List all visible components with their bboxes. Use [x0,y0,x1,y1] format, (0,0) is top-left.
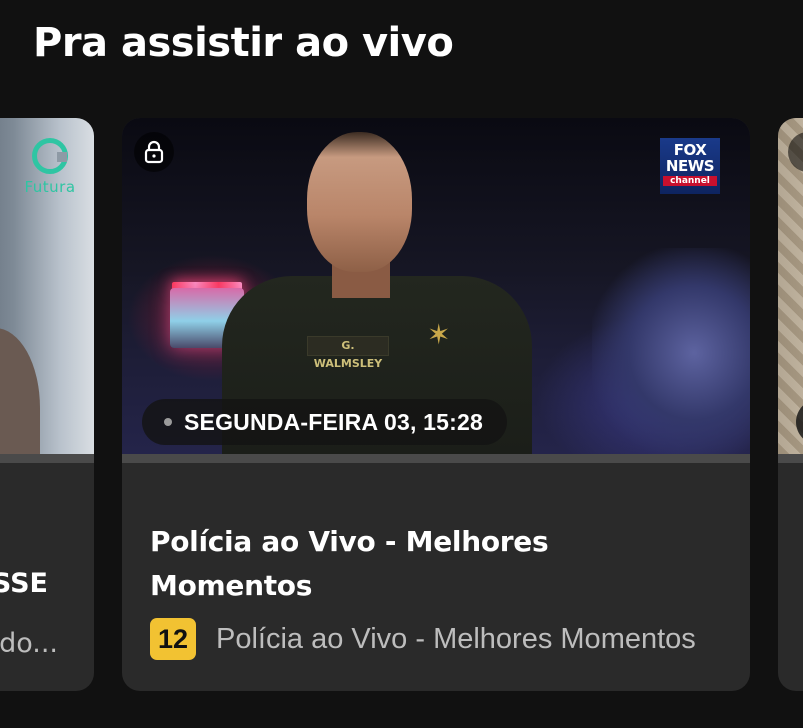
section-title: Pra assistir ao vivo [33,20,454,66]
channel-logo-text: Futura [24,178,76,196]
thumbnail-person [0,328,40,454]
schedule-text: SEGUNDA-FEIRA 03, 15:28 [184,408,483,435]
program-card-main[interactable]: G. WALMSLEY ✶ FOX NEWS channel SEGUNDA-F… [122,118,750,691]
program-thumbnail [778,118,803,454]
channel-logo-line2: NEWS [665,157,715,175]
program-name: Polícia ao Vivo - Melhores Momentos [216,622,696,655]
schedule-badge: SEGUNDA-FEIRA 03, 15:28 [142,399,507,445]
lock-icon [134,132,174,172]
program-card-right[interactable] [778,118,803,691]
channel-logo-fox-news: FOX NEWS channel [660,138,720,194]
program-title: SSE [0,568,48,599]
program-thumbnail: G. WALMSLEY ✶ FOX NEWS channel SEGUNDA-F… [122,118,750,454]
thumbnail-background [592,248,750,454]
sheriff-badge-icon: ✶ [427,318,451,351]
program-title: Polícia ao Vivo - Melhores Momentos [150,525,549,602]
age-rating-badge: 12 [150,618,196,660]
progress-bar [122,454,750,463]
program-card-left[interactable]: Futura SSE do... [0,118,94,691]
program-meta: 12 Polícia ao Vivo - Melhores Momentos [150,618,730,660]
channel-logo-line3: channel [663,176,717,186]
channel-logo-line1: FOX [673,141,707,159]
live-section: Pra assistir ao vivo Futura SSE do... G.… [0,0,803,728]
program-thumbnail: Futura [0,118,94,454]
progress-bar [0,454,94,463]
thumbnail-officer-head [307,132,412,272]
live-dot-icon [164,418,172,426]
thumbnail-nameplate: G. WALMSLEY [307,336,389,370]
channel-logo-futura: Futura [10,138,90,196]
program-subtitle: do... [0,628,58,659]
futura-logo-icon [32,138,68,174]
progress-bar [778,454,803,463]
